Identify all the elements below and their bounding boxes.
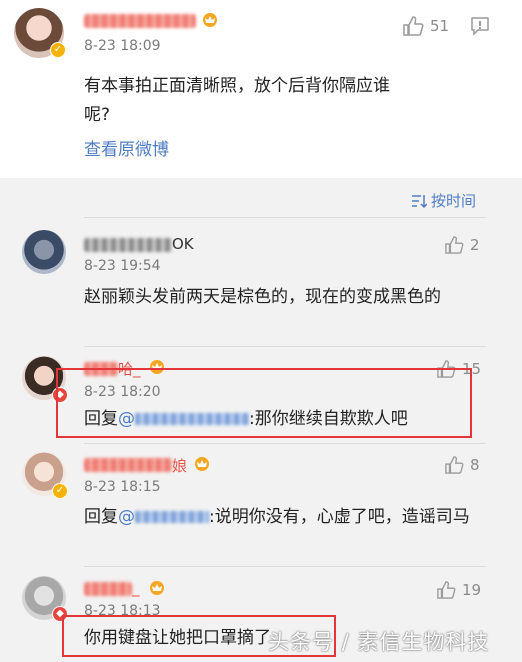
divider [84,566,486,567]
sort-icon [412,194,427,208]
top-comment-card: ✓ 8-23 18:09 51 有本事拍正面清晰照，放个后背你隔应谁呢? 查看原… [0,0,522,178]
username-suffix: _ [132,579,140,597]
like-count: 8 [470,456,480,474]
comment-time: 8-23 18:09 [84,38,161,54]
view-original-link[interactable]: 查看原微博 [84,136,169,165]
like-button[interactable]: 51 [402,16,449,36]
username-suffix: 娘 [172,457,188,475]
divider [84,346,486,347]
username[interactable] [84,582,132,596]
divider [84,217,486,218]
reply-icon[interactable] [470,16,490,36]
verified-badge-icon: ✓ [50,42,66,58]
username[interactable] [84,458,172,472]
thumbs-up-icon [437,581,456,599]
comment-time: 8-23 19:54 [84,258,161,274]
mentioned-user[interactable] [135,511,209,523]
like-button[interactable]: 19 [436,581,481,599]
thumbs-up-icon [445,236,464,254]
like-button[interactable]: 8 [444,456,480,474]
like-count: 2 [470,236,480,254]
username-suffix: OK [172,235,194,253]
username[interactable] [84,14,196,28]
username[interactable] [84,238,172,252]
reply-text: :说明你没有，心虚了吧，造谣司马 [209,507,470,527]
highlight-box [56,368,472,438]
thumbs-up-icon [403,16,424,36]
avatar[interactable] [22,230,66,274]
vip-crown-icon [195,457,209,471]
divider [84,443,486,444]
mention-at[interactable]: @ [118,507,135,527]
comment-text: 回复@ :说明你没有，心虚了吧，造谣司马 [84,503,479,532]
reply-prefix: 回复 [84,507,118,527]
sort-by-time-button[interactable]: 按时间 [411,190,476,211]
verified-badge-icon: ✓ [52,483,68,499]
watermark: 头条号 / 素信生物科技 [268,630,490,654]
comment-time: 8-23 18:15 [84,479,161,495]
comment-text: 有本事拍正面清晰照，放个后背你隔应谁呢? [84,76,390,125]
vip-crown-icon [150,581,164,595]
sort-label: 按时间 [431,192,477,210]
like-count: 51 [430,17,450,35]
like-count: 19 [462,581,482,599]
thumbs-up-icon [445,456,464,474]
like-button[interactable]: 2 [444,236,480,254]
comment-text: 赵丽颖头发前两天是棕色的，现在的变成黑色的 [84,287,441,307]
vip-crown-icon [203,13,217,27]
